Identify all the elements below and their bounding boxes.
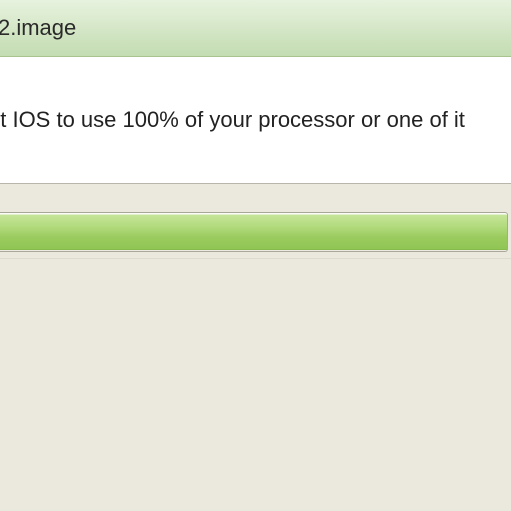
window-title: 2.image (0, 15, 76, 41)
progress-bar-fill (0, 214, 507, 250)
dialog-message: nt IOS to use 100% of your processor or … (0, 107, 465, 133)
dialog-header: nt IOS to use 100% of your processor or … (0, 57, 511, 184)
progress-bar (0, 212, 508, 252)
progress-section (0, 184, 511, 252)
window-titlebar: 2.image (0, 0, 511, 57)
dialog-body (0, 258, 511, 508)
